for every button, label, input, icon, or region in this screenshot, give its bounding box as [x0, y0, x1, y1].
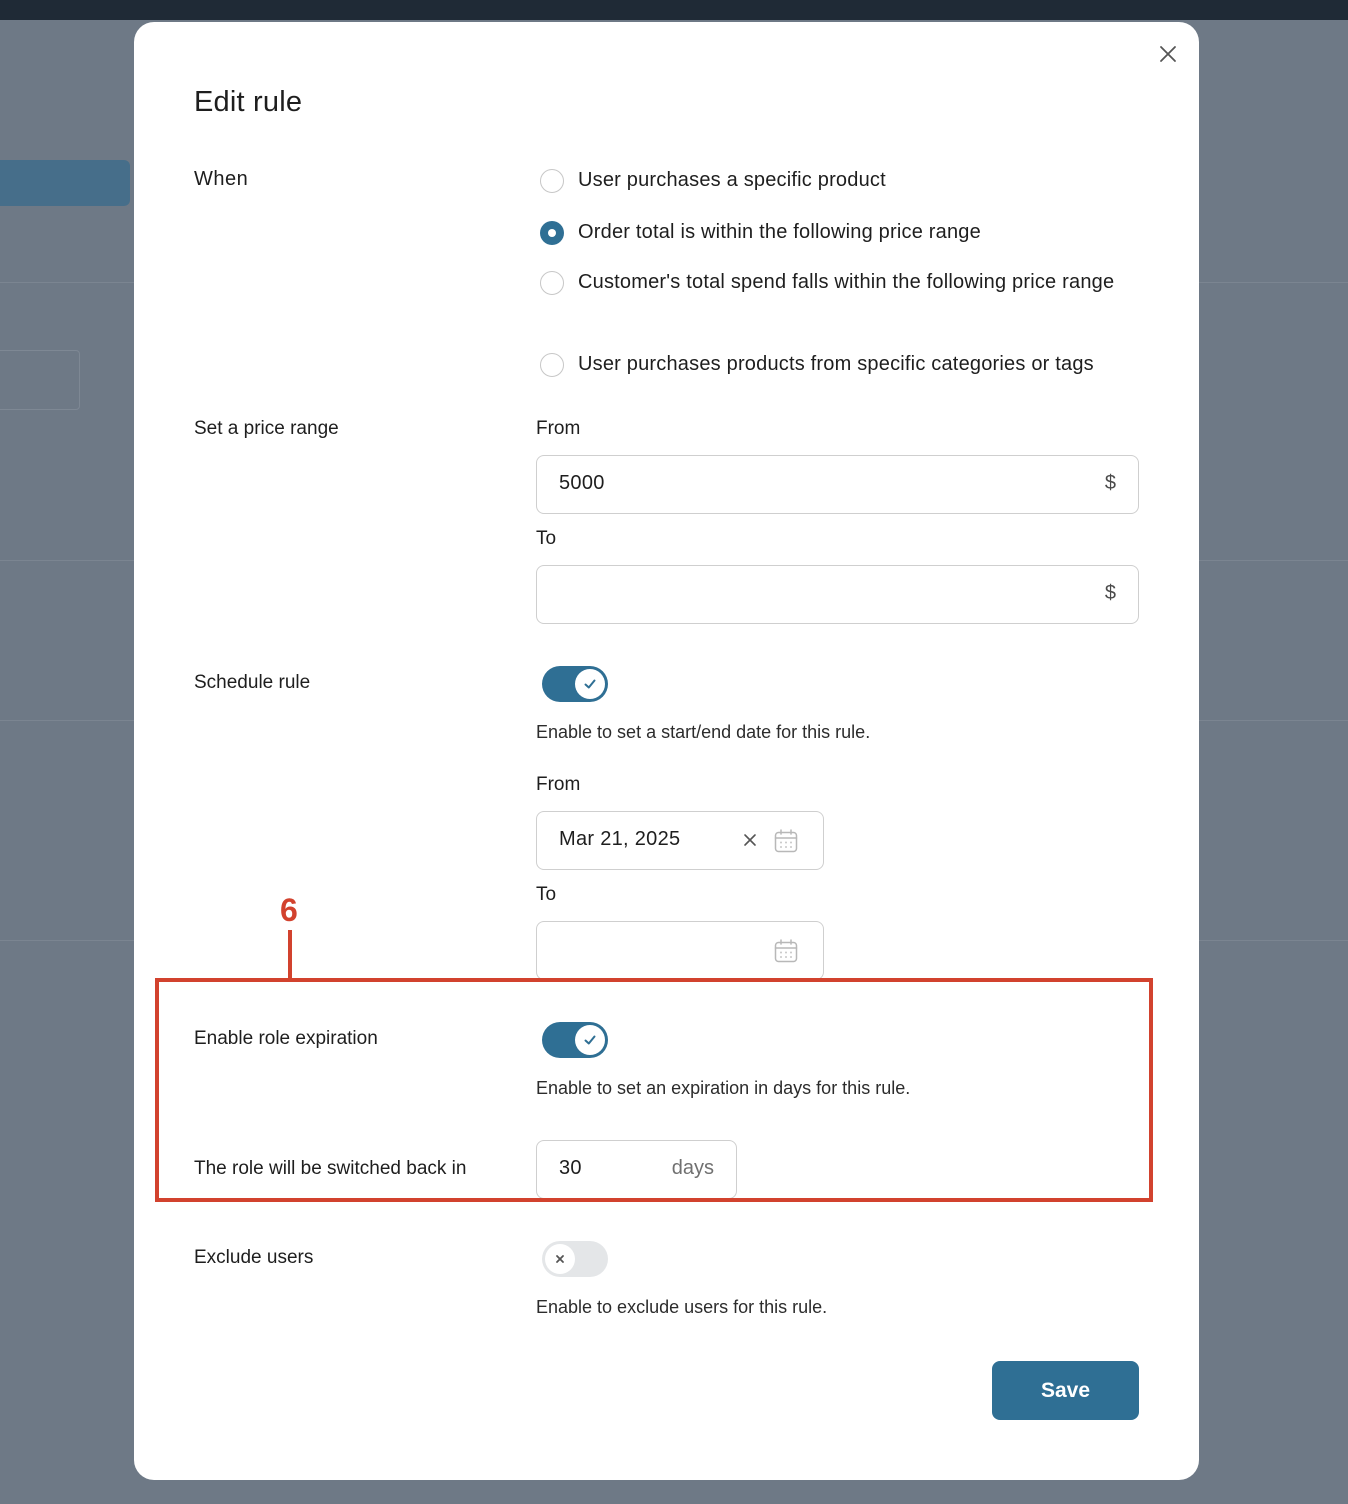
when-option-specific-product[interactable]: User purchases a specific product	[540, 168, 1138, 196]
price-to-input[interactable]: $	[536, 565, 1139, 624]
price-to-label: To	[536, 528, 557, 549]
when-option-order-total[interactable]: Order total is within the following pric…	[540, 220, 1138, 248]
schedule-rule-label: Schedule rule	[194, 672, 311, 693]
when-label: When	[194, 168, 249, 190]
when-option-categories-tags[interactable]: User purchases products from specific ca…	[540, 352, 1138, 380]
exclude-users-toggle[interactable]	[542, 1241, 608, 1277]
calendar-icon[interactable]	[773, 828, 799, 859]
background-panel	[0, 350, 80, 410]
radio-button[interactable]	[540, 271, 564, 295]
edit-rule-modal: Edit rule When User purchases a specific…	[134, 22, 1199, 1480]
background-button	[0, 160, 130, 206]
background-topbar	[0, 0, 1348, 20]
schedule-to-date-input[interactable]	[536, 921, 824, 980]
annotation-connector	[288, 930, 292, 978]
exclude-users-help-text: Enable to exclude users for this rule.	[536, 1297, 828, 1317]
schedule-from-date-value: Mar 21, 2025	[559, 828, 681, 850]
toggle-knob	[575, 669, 605, 699]
radio-label: User purchases a specific product	[578, 169, 886, 191]
modal-scroll-area[interactable]: When User purchases a specific product O…	[134, 144, 1199, 1444]
price-from-label: From	[536, 418, 581, 439]
schedule-from-label: From	[536, 774, 581, 795]
radio-button[interactable]	[540, 169, 564, 193]
dollar-suffix: $	[1104, 472, 1116, 494]
schedule-rule-toggle[interactable]	[542, 666, 608, 702]
radio-label: Customer's total spend falls within the …	[578, 271, 1115, 293]
role-expiration-help-text: Enable to set an expiration in days for …	[536, 1078, 911, 1098]
save-button[interactable]: Save	[992, 1361, 1139, 1420]
schedule-help-text: Enable to set a start/end date for this …	[536, 722, 871, 742]
role-expiration-toggle[interactable]	[542, 1022, 608, 1058]
radio-button-selected[interactable]	[540, 221, 564, 245]
exclude-users-label: Exclude users	[194, 1247, 314, 1268]
toggle-knob	[545, 1244, 575, 1274]
schedule-to-label: To	[536, 884, 557, 905]
calendar-icon[interactable]	[773, 938, 799, 969]
annotation-number: 6	[280, 892, 298, 928]
close-button[interactable]	[1154, 40, 1182, 68]
x-icon	[556, 1255, 564, 1263]
checkmark-icon	[584, 1035, 596, 1045]
radio-button[interactable]	[540, 353, 564, 377]
close-icon	[1160, 46, 1176, 62]
role-expiration-label: Enable role expiration	[194, 1028, 378, 1049]
toggle-knob	[575, 1025, 605, 1055]
price-range-label: Set a price range	[194, 418, 339, 439]
when-option-total-spend[interactable]: Customer's total spend falls within the …	[540, 270, 1118, 298]
radio-label: Order total is within the following pric…	[578, 221, 981, 243]
price-from-value: 5000	[559, 472, 605, 494]
checkmark-icon	[584, 679, 596, 689]
dollar-suffix: $	[1104, 582, 1116, 604]
schedule-from-date-input[interactable]: Mar 21, 2025	[536, 811, 824, 870]
switch-back-label: The role will be switched back in	[194, 1158, 467, 1179]
expiration-days-value: 30	[559, 1157, 582, 1179]
modal-title: Edit rule	[194, 86, 303, 118]
expiration-days-input[interactable]: 30 days	[536, 1140, 737, 1199]
radio-label: User purchases products from specific ca…	[578, 353, 1094, 375]
clear-date-icon[interactable]	[743, 833, 757, 852]
price-from-input[interactable]: 5000 $	[536, 455, 1139, 514]
days-suffix: days	[671, 1157, 714, 1179]
